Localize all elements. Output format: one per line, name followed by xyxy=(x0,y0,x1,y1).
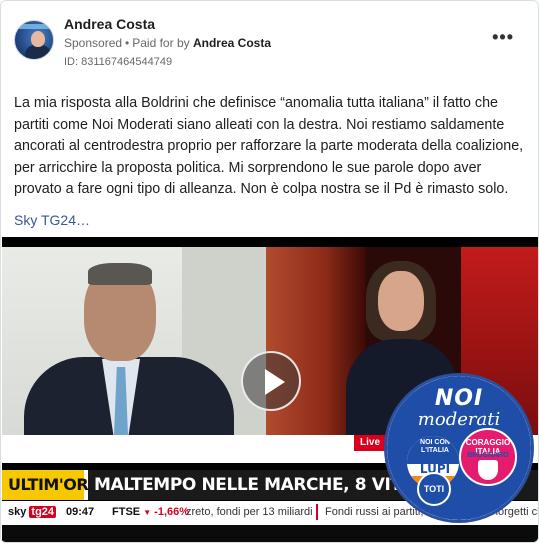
live-badge: Live xyxy=(354,435,387,451)
ticker-time: 09:47 xyxy=(66,506,95,518)
speaker-hair xyxy=(88,263,152,285)
sub-logo-toti: TOTI xyxy=(417,472,451,506)
sub-logo-brugnaro: CORAGGIO ITALIA BRUGNARO xyxy=(459,428,517,486)
post-body: La mia risposta alla Boldrini che defini… xyxy=(14,95,524,197)
video-bottom-strip xyxy=(2,525,538,542)
video-left-speaker xyxy=(2,247,266,437)
ad-id: ID: 831167464544749 xyxy=(64,56,173,68)
party-logo-line1: NOI xyxy=(434,386,484,411)
sub-logo-brugnaro-name: BRUGNARO xyxy=(467,452,509,459)
avatar-suit xyxy=(25,45,51,59)
sponsored-meta: Sponsored • Paid for by Andrea Costa xyxy=(64,36,271,50)
more-options-icon[interactable]: ••• xyxy=(492,28,514,46)
channel-logo: sky tg24 xyxy=(8,506,57,518)
sub-logo-lupi-top: NOI CON L'ITALIA xyxy=(407,436,459,464)
down-arrow-icon: ▼ xyxy=(143,508,152,517)
avatar-banner xyxy=(15,24,53,29)
market-name: FTSE xyxy=(112,506,141,518)
breaking-tag: ULTIM'ORA xyxy=(2,470,101,500)
post-header: Andrea Costa Sponsored • Paid for by Andre… xyxy=(14,15,526,75)
ticker-news-1: zreto, fondi per 13 miliardi xyxy=(186,506,313,518)
ticker-market: FTSE ▼ -1,66% xyxy=(112,506,189,518)
ticker-separator xyxy=(316,504,318,520)
play-icon[interactable] xyxy=(241,351,301,411)
channel-logo-sky: sky xyxy=(8,506,27,518)
author-avatar[interactable] xyxy=(14,20,54,60)
speaker-face xyxy=(378,271,424,331)
author-name[interactable]: Andrea Costa xyxy=(64,16,155,32)
market-change: -1,66% xyxy=(154,506,190,518)
paid-for-label: Paid for by xyxy=(132,36,190,50)
play-triangle xyxy=(265,369,285,395)
paid-for-name[interactable]: Andrea Costa xyxy=(193,36,271,50)
party-logo: NOI moderati NOI CON L'ITALIA LUPI CORAG… xyxy=(384,373,534,523)
meta-separator: • xyxy=(125,36,130,50)
ad-card: Andrea Costa Sponsored • Paid for by Andre… xyxy=(0,0,539,543)
channel-logo-tg: tg24 xyxy=(29,506,57,518)
avatar-face xyxy=(31,31,45,47)
shield-icon xyxy=(478,460,498,480)
sponsored-label: Sponsored xyxy=(64,36,123,50)
party-logo-line2: moderati xyxy=(417,409,501,430)
source-link[interactable]: Sky TG24… xyxy=(14,212,90,228)
